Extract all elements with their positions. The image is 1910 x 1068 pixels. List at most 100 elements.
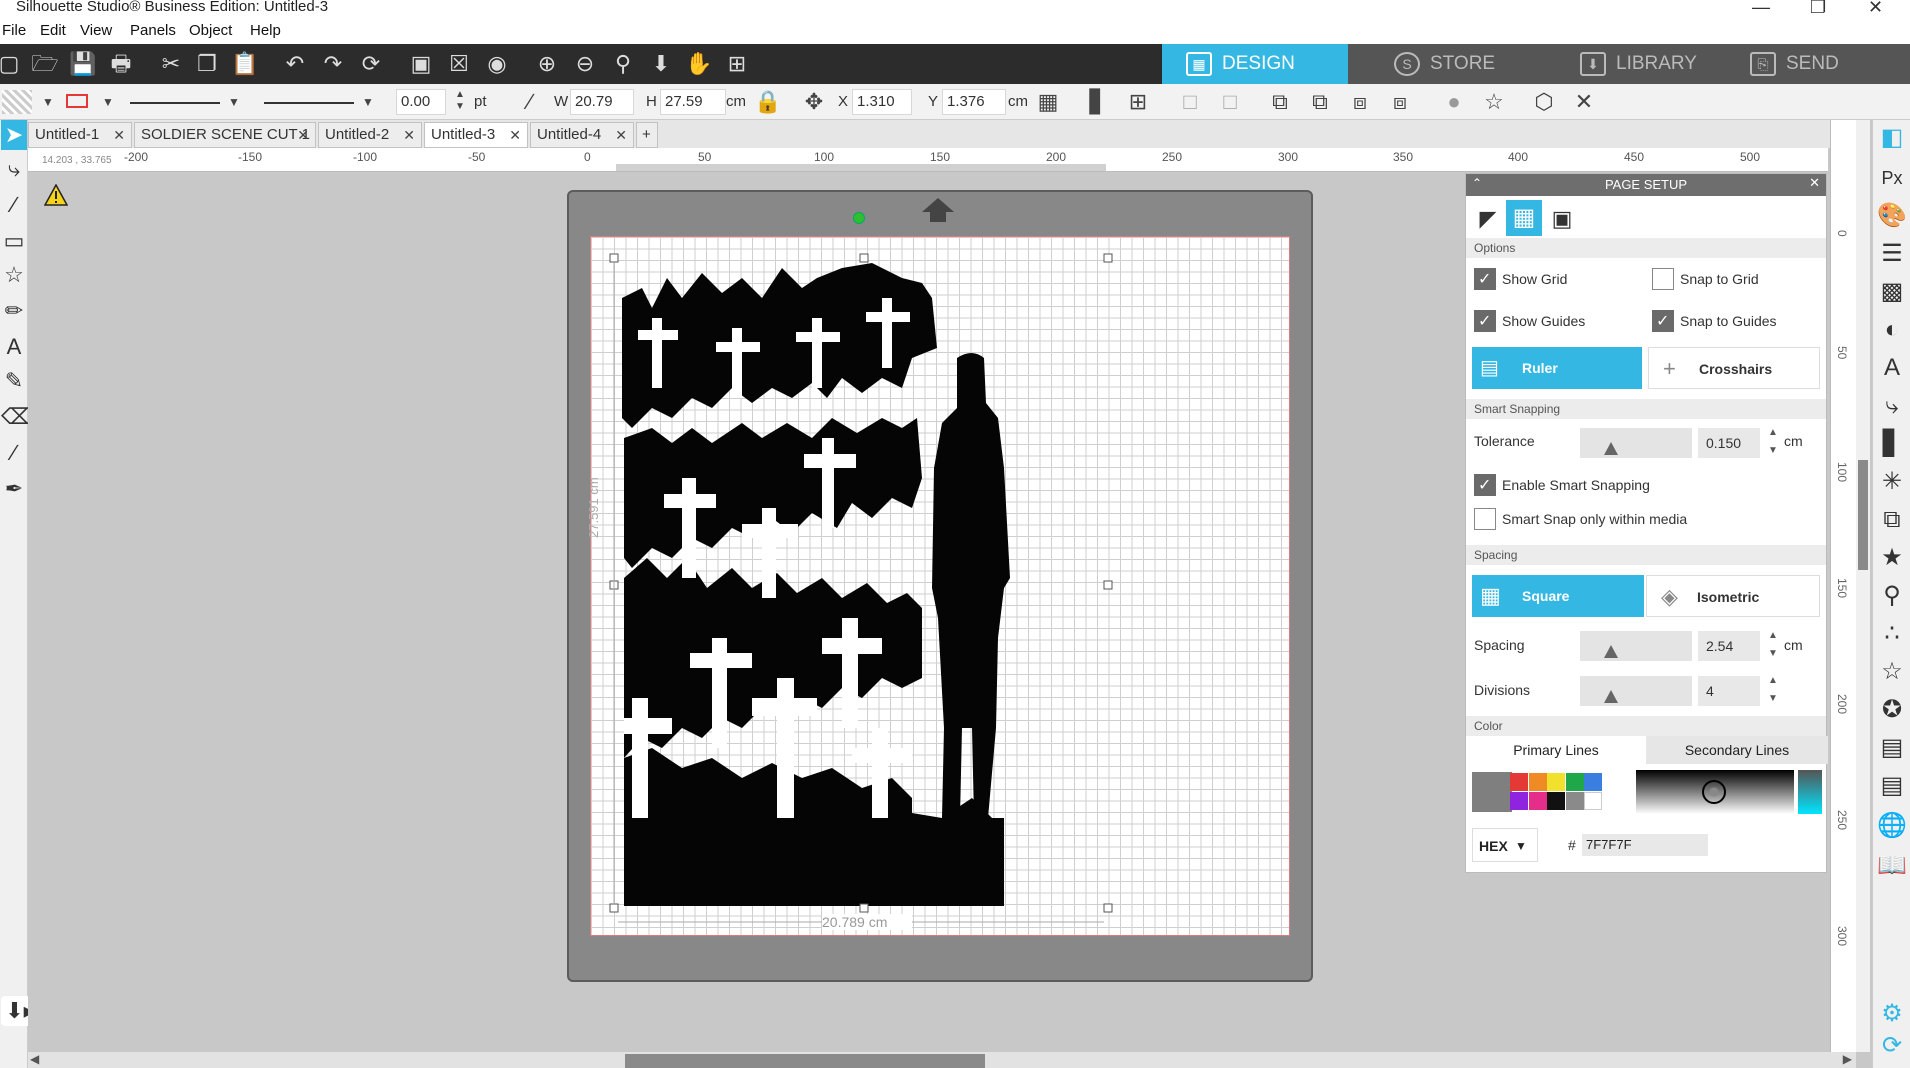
restore-button[interactable]: ❐ <box>1810 0 1826 18</box>
resize-handle[interactable] <box>1103 580 1113 590</box>
hex-input[interactable]: 7F7F7F <box>1582 834 1708 856</box>
y-input[interactable]: 1.376 <box>942 89 1006 115</box>
redraw-icon[interactable]: ⟳ <box>356 50 386 78</box>
tab-library[interactable]: ⬇ LIBRARY <box>1556 44 1742 84</box>
scroll-right-icon[interactable]: ▶ <box>1843 1052 1852 1066</box>
weld-icon[interactable]: ● <box>1440 89 1468 115</box>
close-icon[interactable]: ✕ <box>509 123 521 147</box>
bring-forward-icon[interactable]: ⧉ <box>1266 89 1294 115</box>
settings-gear-icon[interactable]: ⚙ <box>1877 998 1907 1030</box>
divisions-input[interactable]: 4 <box>1698 676 1760 706</box>
3d-box-icon[interactable]: ⬡ <box>1530 89 1558 115</box>
resize-handle[interactable] <box>1103 253 1113 263</box>
x-input[interactable]: 1.310 <box>852 89 912 115</box>
paste-icon[interactable]: 📋 <box>230 50 260 78</box>
resize-handle[interactable] <box>859 903 869 913</box>
divisions-slider[interactable] <box>1580 676 1692 706</box>
crosshairs-button[interactable]: + Crosshairs <box>1648 347 1820 389</box>
spinner-icon[interactable]: ▲ ▼ <box>1768 428 1778 456</box>
line-tool-icon[interactable]: ∕ <box>1 190 27 220</box>
color-swatch[interactable] <box>1547 791 1565 810</box>
menu-edit[interactable]: Edit <box>40 22 66 39</box>
height-input[interactable]: 27.59 <box>660 89 726 115</box>
menu-help[interactable]: Help <box>250 22 281 39</box>
globe-icon[interactable]: 🌐 <box>1877 810 1907 842</box>
chevron-down-icon[interactable]: ▼ <box>34 89 62 115</box>
primary-lines-tab[interactable]: Primary Lines <box>1466 736 1646 764</box>
vertical-scrollbar[interactable] <box>1856 120 1870 1052</box>
snap-to-guides-checkbox[interactable] <box>1652 310 1674 332</box>
resize-handle[interactable] <box>1103 903 1113 913</box>
close-icon[interactable]: ✕ <box>1570 89 1598 115</box>
close-icon[interactable]: ✕ <box>1809 175 1820 191</box>
cut-icon[interactable]: ✂ <box>156 50 186 78</box>
save-icon[interactable]: 💾 <box>68 50 98 78</box>
border-tab-icon[interactable]: ▣ <box>1548 204 1576 234</box>
pixscan-icon[interactable]: Px <box>1877 162 1907 194</box>
pan-hand-icon[interactable]: ✋ <box>684 50 714 78</box>
menu-view[interactable]: View <box>80 22 112 39</box>
enable-smart-snapping-checkbox[interactable] <box>1474 474 1496 496</box>
text-tool-icon[interactable]: A <box>1 332 27 362</box>
send-backward-icon[interactable]: ⧉ <box>1306 89 1334 115</box>
grid-tab-icon[interactable]: ▦ <box>1506 200 1542 236</box>
horizontal-scroll-thumb[interactable] <box>625 1054 985 1068</box>
star-icon[interactable]: ☆ <box>1877 656 1907 688</box>
rectangle-tool-icon[interactable]: ▭ <box>1 226 27 256</box>
line-style-icon[interactable]: ☰ <box>1877 238 1907 270</box>
bring-to-front-icon[interactable]: ⧈ <box>1346 89 1374 115</box>
group-icon[interactable]: □ <box>1176 89 1204 115</box>
doc-tab-soldier-scene[interactable]: SOLDIER SCENE CUT 1 ✕ <box>134 122 316 148</box>
snap-to-grid-checkbox[interactable] <box>1652 268 1674 290</box>
sync-icon[interactable]: ⟳ <box>1877 1030 1907 1062</box>
select-all-icon[interactable]: ▣ <box>406 50 436 78</box>
doc-tab-untitled-3[interactable]: Untitled-3 ✕ <box>424 122 528 148</box>
puzzle-icon[interactable]: ✪ <box>1877 694 1907 726</box>
undo-icon[interactable]: ↶ <box>280 50 310 78</box>
chevron-down-icon[interactable]: ▼ <box>354 89 382 115</box>
square-button[interactable]: ▦ Square <box>1472 575 1644 617</box>
minimize-button[interactable]: — <box>1752 0 1770 18</box>
select-by-color-icon[interactable]: ◉ <box>482 50 512 78</box>
spinner-icon[interactable]: ▲ ▼ <box>1768 676 1778 704</box>
zoom-selection-icon[interactable]: ⚲ <box>608 50 638 78</box>
trace-icon[interactable]: ⚲ <box>1877 580 1907 612</box>
line-width-input[interactable]: 0.00 <box>396 89 446 115</box>
page-setup-icon[interactable]: ◧ <box>1877 122 1907 154</box>
line-color-icon[interactable] <box>66 94 88 108</box>
star-tool-icon[interactable]: ☆ <box>1 260 27 290</box>
isometric-button[interactable]: ◈ Isometric <box>1646 575 1820 617</box>
doc-tab-untitled-4[interactable]: Untitled-4 ✕ <box>530 122 634 148</box>
scroll-left-icon[interactable]: ◀ <box>30 1052 39 1066</box>
pencil-tool-icon[interactable]: ✏ <box>1 296 27 326</box>
hue-slider[interactable] <box>1798 770 1822 814</box>
color-swatch[interactable] <box>1510 773 1528 791</box>
align-icon[interactable]: ▋ <box>1084 89 1112 115</box>
tolerance-input[interactable]: 0.150 <box>1698 428 1760 458</box>
tab-send[interactable]: ⎘ SEND <box>1726 44 1910 84</box>
close-icon[interactable]: ✕ <box>403 123 415 147</box>
ruler-button[interactable]: ▤ Ruler <box>1472 347 1642 389</box>
resize-handle[interactable] <box>609 903 619 913</box>
color-swatch[interactable] <box>1528 773 1547 791</box>
deselect-icon[interactable]: ☒ <box>444 50 474 78</box>
close-icon[interactable]: ✕ <box>113 123 125 147</box>
spacing-slider[interactable] <box>1580 631 1692 661</box>
color-swatch[interactable] <box>1565 773 1584 791</box>
spinner-icon[interactable]: ▲ ▼ <box>1768 631 1778 659</box>
color-swatch[interactable] <box>1528 791 1547 810</box>
sketch-icon[interactable]: ∴ <box>1877 618 1907 650</box>
color-gradient-picker[interactable] <box>1636 770 1794 814</box>
line-end-icon[interactable] <box>264 102 354 104</box>
library-book-icon[interactable]: 📖 <box>1877 850 1907 882</box>
align-panel-icon[interactable]: ▋ <box>1877 428 1907 460</box>
doc-tab-untitled-2[interactable]: Untitled-2 ✕ <box>318 122 422 148</box>
resize-handle[interactable] <box>859 253 869 263</box>
contrast-icon[interactable]: ◐ <box>1877 314 1907 346</box>
vertical-scroll-thumb[interactable] <box>1858 460 1868 570</box>
edit-text-icon[interactable]: ✎ <box>1 366 27 396</box>
close-button[interactable]: ✕ <box>1868 0 1883 18</box>
copy-icon[interactable]: ❐ <box>192 50 222 78</box>
color-swatch[interactable] <box>1547 773 1565 791</box>
layers-icon[interactable]: ▤ <box>1877 732 1907 764</box>
